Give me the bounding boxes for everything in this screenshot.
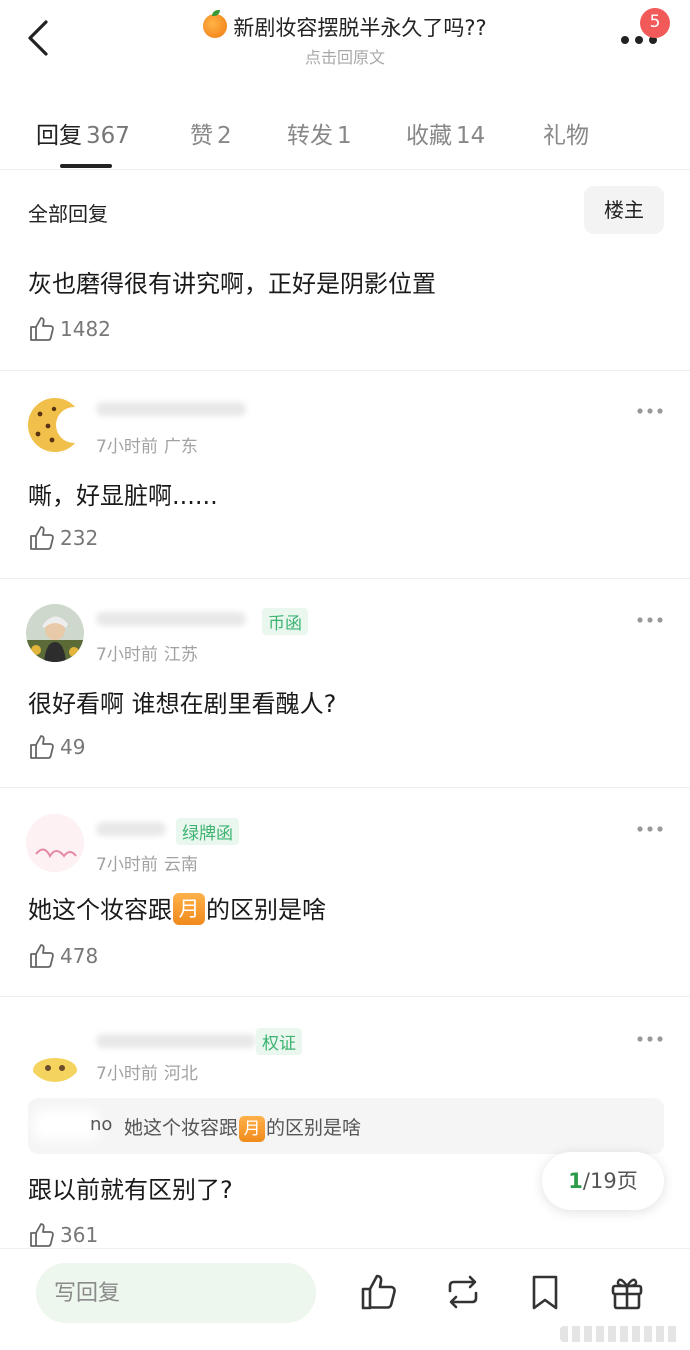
watermark-decoration (560, 1326, 680, 1342)
like-count: 232 (60, 526, 99, 550)
comment-more-icon[interactable] (636, 615, 664, 625)
cookie-avatar-icon (26, 396, 84, 454)
tab-reposts[interactable]: 转发 1 (287, 116, 352, 150)
thumbs-up-icon (30, 1223, 54, 1247)
cartoon-avatar-icon (26, 1024, 84, 1082)
bookmark-button[interactable] (524, 1271, 566, 1313)
doodle-avatar-icon (26, 814, 84, 872)
like-count: 1482 (60, 317, 111, 341)
comment-meta: 7小时前 广东 (96, 437, 198, 457)
comment-text: 嘶，好显脏啊...... (28, 482, 218, 510)
username-redacted (96, 822, 166, 836)
user-badge-tag: 权证 (256, 1028, 302, 1055)
tab-replies[interactable]: 回复 367 (36, 116, 130, 150)
like-count: 361 (60, 1223, 99, 1247)
thumbs-up-icon (30, 735, 54, 759)
thumbs-up-icon (30, 944, 54, 968)
divider (0, 787, 690, 788)
user-badge-tag: 绿牌函 (176, 818, 239, 845)
quoted-text: 她这个妆容跟月的区别是啥 (124, 1113, 361, 1142)
comment-text: 跟以前就有区别了? (28, 1176, 233, 1204)
thumbs-up-icon (361, 1274, 396, 1310)
comment-text: 灰也磨得很有讲究啊，正好是阴影位置 (28, 270, 436, 298)
quoted-reply[interactable]: no 她这个妆容跟月的区别是啥 (28, 1098, 664, 1154)
quoted-username: no (90, 1114, 113, 1135)
reply-input[interactable] (36, 1263, 316, 1323)
comment-text: 她这个妆容跟月的区别是啥 (28, 890, 326, 925)
username-redacted (96, 402, 246, 416)
comment-more-icon[interactable] (636, 406, 664, 416)
quoted-username-redacted (34, 1110, 98, 1140)
like-post-button[interactable] (358, 1271, 400, 1313)
like-count: 478 (60, 944, 99, 968)
like-button[interactable]: 49 (28, 732, 85, 762)
tab-gifts[interactable]: 礼物 (543, 116, 589, 150)
top-nav-bar: 新剧妆容摆脱半永久了吗?? 点击回原文 5 (0, 0, 690, 86)
user-badge-tag: 币函 (262, 608, 308, 635)
tab-likes[interactable]: 赞2 (190, 116, 232, 150)
comment-meta: 7小时前 江苏 (96, 645, 198, 665)
avatar[interactable] (26, 1024, 84, 1082)
username-redacted (96, 612, 246, 626)
post-title[interactable]: 新剧妆容摆脱半永久了吗?? (0, 10, 690, 42)
repost-icon (448, 1275, 478, 1309)
avatar[interactable] (26, 814, 84, 872)
username-redacted (96, 1034, 256, 1048)
current-page: 1 (568, 1169, 583, 1193)
comment-meta: 7小时前 云南 (96, 855, 198, 875)
comment-meta: 7小时前 河北 (96, 1064, 198, 1084)
comment-more-icon[interactable] (636, 1034, 664, 1044)
like-button[interactable]: 361 (28, 1220, 98, 1250)
all-replies-heading: 全部回复 (28, 202, 108, 226)
page-indicator[interactable]: 1/19页 (542, 1152, 664, 1210)
orange-emoji-icon (203, 10, 228, 38)
repost-button[interactable] (442, 1271, 484, 1313)
notification-badge: 5 (640, 8, 670, 38)
avatar[interactable] (26, 604, 84, 662)
bookmark-icon (532, 1275, 558, 1310)
gift-icon (611, 1278, 643, 1310)
active-tab-indicator (60, 164, 112, 168)
tab-favorites[interactable]: 收藏 14 (406, 116, 485, 150)
divider (0, 578, 690, 579)
back-to-original-link[interactable]: 点击回原文 (0, 44, 690, 68)
person-photo-avatar-icon (26, 604, 84, 662)
avatar[interactable] (26, 396, 84, 454)
like-count: 49 (60, 735, 86, 759)
post-title-text: 新剧妆容摆脱半永久了吗?? (233, 16, 487, 40)
gift-button[interactable] (606, 1271, 648, 1313)
thumbs-up-icon (30, 317, 54, 341)
divider (0, 996, 690, 997)
total-pages: /19页 (582, 1169, 638, 1193)
comment-more-icon[interactable] (636, 824, 664, 834)
moon-emoji-icon: 月 (239, 1116, 266, 1142)
like-button[interactable]: 232 (28, 523, 98, 553)
comment-text: 很好看啊 谁想在剧里看醜人? (28, 690, 337, 718)
owner-only-button[interactable]: 楼主 (584, 186, 664, 234)
moon-emoji-icon: 月 (173, 893, 205, 925)
thumbs-up-icon (30, 526, 54, 550)
interaction-tabs: 回复 367 赞2 转发 1 收藏 14 礼物 (0, 108, 690, 170)
like-button[interactable]: 478 (28, 941, 98, 971)
divider (0, 370, 690, 371)
like-button[interactable]: 1482 (28, 314, 111, 344)
